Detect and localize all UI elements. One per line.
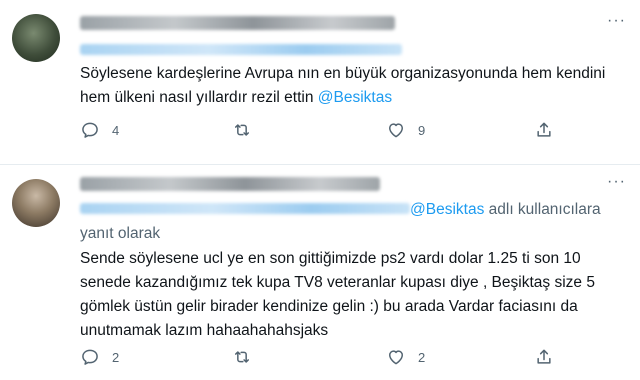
tweet-actions: 4 9 [68,120,588,144]
retweet-icon [235,351,249,363]
author-name-blurred[interactable] [80,16,395,30]
mention-link[interactable]: @Besiktas [318,89,392,106]
reply-to-handles-blurred[interactable] [80,203,410,215]
more-icon[interactable]: ··· [607,12,626,30]
share-icon [537,349,551,364]
tweet[interactable]: ··· Söylesene kardeşlerine Avrupa nın en… [0,0,640,164]
reply-icon [82,349,98,365]
tweet-actions: 2 2 [68,347,588,371]
reply-count: 4 [112,122,120,138]
reply-button[interactable]: 4 [80,120,119,140]
like-button[interactable]: 9 [386,120,425,140]
tweet[interactable]: ··· @Besiktas adlı kullanıcılara yanıt o… [0,164,640,380]
avatar[interactable] [12,179,60,227]
share-icon [537,122,551,137]
tweet-text: Sende söylesene ucl ye en son gittiğimiz… [80,250,595,339]
retweet-button[interactable] [232,347,264,367]
share-button[interactable] [534,120,554,140]
reply-to-mention[interactable]: @Besiktas [410,201,484,218]
avatar[interactable] [12,14,60,62]
heart-icon [389,123,403,138]
author-name-blurred[interactable] [80,177,380,191]
retweet-icon [235,124,249,136]
reply-count: 2 [112,349,120,365]
reply-icon [82,122,98,138]
reply-context: @Besiktas adlı kullanıcılara yanıt olara… [80,198,632,246]
tweet-text: Söylesene kardeşlerine Avrupa nın en büy… [80,62,632,110]
more-icon[interactable]: ··· [607,173,626,191]
author-handle-blurred[interactable] [80,44,402,55]
like-button[interactable]: 2 [386,347,425,367]
retweet-button[interactable] [232,120,264,140]
like-count: 2 [418,349,426,365]
reply-button[interactable]: 2 [80,347,119,367]
share-button[interactable] [534,347,554,367]
heart-icon [389,350,403,365]
like-count: 9 [418,122,426,138]
